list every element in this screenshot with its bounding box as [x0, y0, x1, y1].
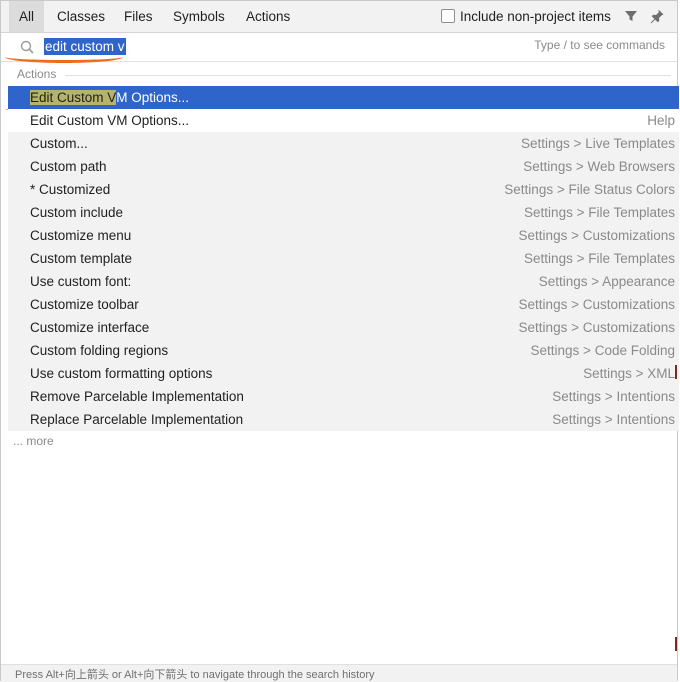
result-label: Edit Custom VM Options... — [30, 86, 189, 109]
footer-hint: Press Alt+向上箭头 or Alt+向下箭头 to navigate t… — [15, 669, 375, 681]
list-item[interactable]: Customize interface Settings > Customiza… — [8, 316, 679, 339]
result-path: Settings > Intentions — [552, 412, 675, 427]
list-item[interactable]: Custom folding regions Settings > Code F… — [8, 339, 679, 362]
result-path: Settings > Customizations — [518, 320, 675, 335]
list-item[interactable]: Custom path Settings > Web Browsers — [8, 155, 679, 178]
list-item[interactable]: Remove Parcelable Implementation Setting… — [8, 385, 679, 408]
result-label: Custom include — [30, 205, 124, 220]
tab-files[interactable]: Files — [114, 1, 163, 32]
result-label: Replace Parcelable Implementation — [30, 412, 244, 427]
edge-marker — [675, 637, 677, 651]
list-item[interactable]: Custom... Settings > Live Templates — [8, 132, 679, 155]
result-label: Edit Custom VM Options... — [30, 113, 190, 128]
result-path: Settings > Live Templates — [521, 136, 675, 151]
list-item[interactable]: Edit Custom VM Options... Help — [8, 109, 679, 132]
result-path: Settings > File Status Colors — [504, 182, 675, 197]
result-path: Settings > File Templates — [524, 251, 675, 266]
list-item[interactable]: Customize toolbar Settings > Customizati… — [8, 293, 679, 316]
pin-icon[interactable] — [649, 8, 665, 24]
list-item[interactable]: Use custom formatting options Settings >… — [8, 362, 679, 385]
section-header-actions: Actions — [17, 67, 57, 81]
result-path: Help — [647, 113, 675, 128]
list-item-selected[interactable]: Edit Custom VM Options... — [8, 86, 679, 109]
tab-symbols[interactable]: Symbols — [163, 1, 235, 32]
result-label-rest: M Options... — [116, 90, 190, 105]
result-path: Settings > Intentions — [552, 389, 675, 404]
result-label: Custom template — [30, 251, 133, 266]
result-label: Custom path — [30, 159, 107, 174]
result-label: Customize interface — [30, 320, 150, 335]
annotation-underline-search — [5, 51, 123, 63]
section-divider — [65, 75, 671, 76]
tab-classes[interactable]: Classes — [47, 1, 115, 32]
tab-actions[interactable]: Actions — [236, 1, 300, 32]
result-label: Custom folding regions — [30, 343, 169, 358]
result-path: Settings > Customizations — [518, 297, 675, 312]
list-item[interactable]: Custom template Settings > File Template… — [8, 247, 679, 270]
tab-all[interactable]: All — [9, 1, 45, 32]
result-label: Customize menu — [30, 228, 132, 243]
result-label: Use custom formatting options — [30, 366, 213, 381]
include-non-project-label: Include non-project items — [460, 9, 611, 24]
search-hint: Type / to see commands — [534, 38, 665, 52]
tabs-bar: All Classes Files Symbols Actions Includ… — [1, 1, 677, 33]
result-label: Custom... — [30, 136, 88, 151]
result-path: Settings > Code Folding — [530, 343, 675, 358]
results-list: Edit Custom VM Options... Edit Custom VM… — [8, 86, 679, 431]
result-label: Remove Parcelable Implementation — [30, 389, 244, 404]
footer-status: Press Alt+向上箭头 or Alt+向下箭头 to navigate t… — [1, 664, 677, 682]
result-path: Settings > File Templates — [524, 205, 675, 220]
list-item[interactable]: Custom include Settings > File Templates — [8, 201, 679, 224]
result-label: Customize toolbar — [30, 297, 139, 312]
filter-icon[interactable] — [623, 8, 639, 24]
result-path: Settings > Customizations — [518, 228, 675, 243]
result-path: Settings > XML — [583, 366, 675, 381]
list-item[interactable]: Replace Parcelable Implementation Settin… — [8, 408, 679, 431]
result-label: * Customized — [30, 182, 111, 197]
result-path: Settings > Appearance — [538, 274, 675, 289]
edge-marker — [675, 365, 677, 379]
list-item[interactable]: * Customized Settings > File Status Colo… — [8, 178, 679, 201]
list-item[interactable]: Use custom font: Settings > Appearance — [8, 270, 679, 293]
match-highlight: Edit Custom V — [30, 90, 117, 105]
list-item[interactable]: Customize menu Settings > Customizations — [8, 224, 679, 247]
include-non-project-checkbox[interactable] — [441, 9, 455, 23]
more-link[interactable]: ... more — [13, 434, 54, 448]
result-path: Settings > Web Browsers — [523, 159, 675, 174]
result-label: Use custom font: — [30, 274, 132, 289]
search-everywhere-popup: All Classes Files Symbols Actions Includ… — [0, 0, 679, 682]
